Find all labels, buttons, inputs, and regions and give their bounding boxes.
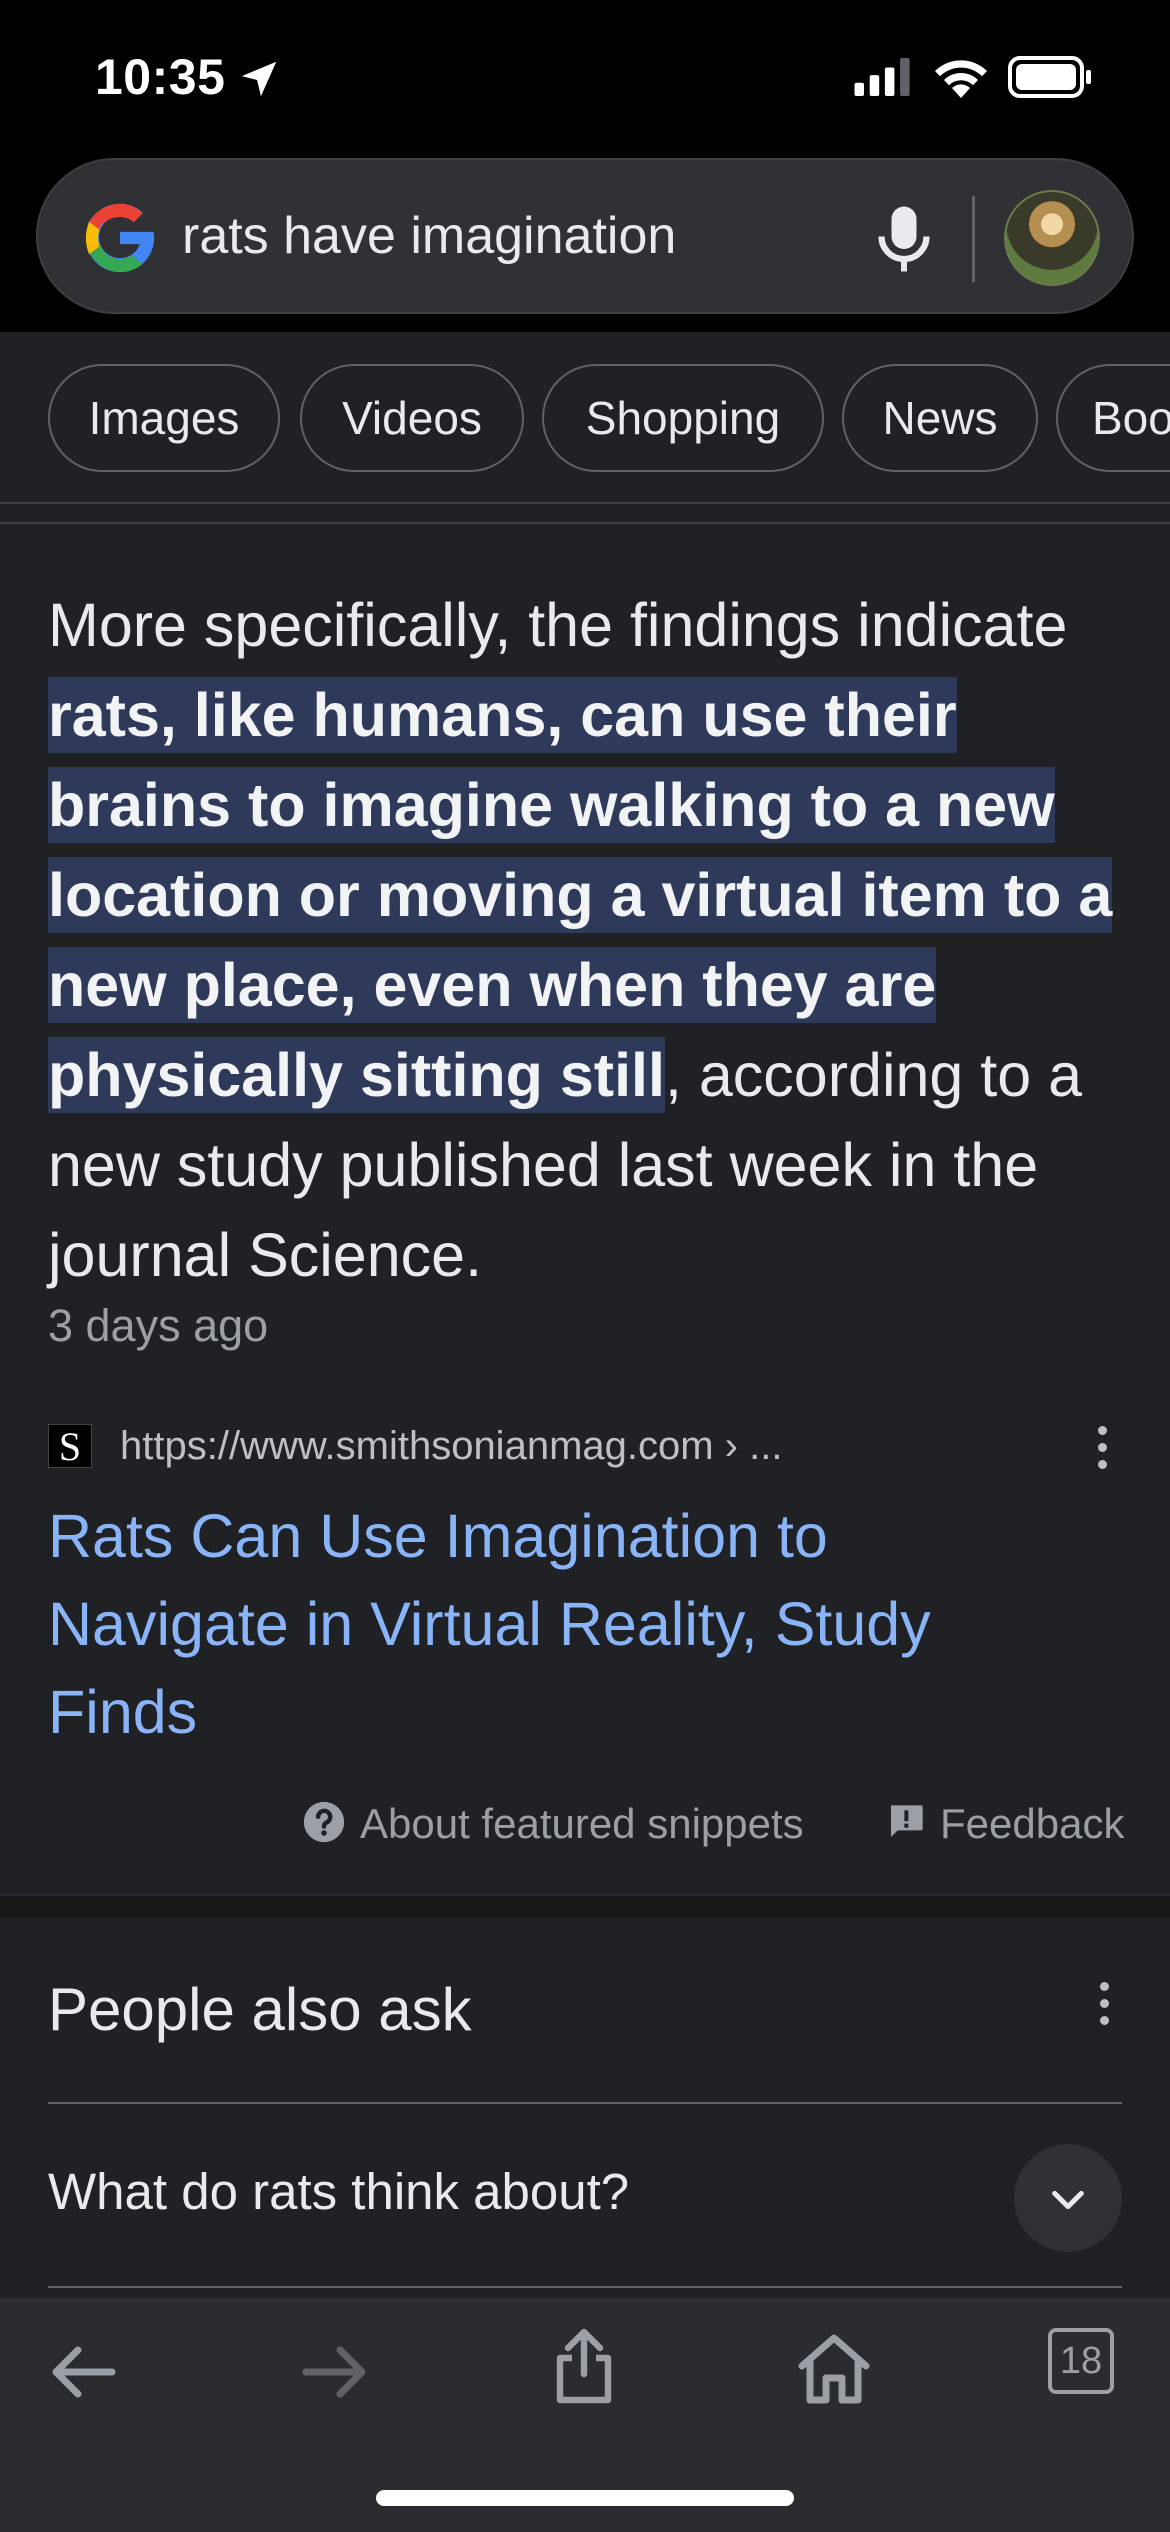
divider — [48, 2286, 1122, 2288]
search-bar-divider — [972, 196, 975, 282]
avatar[interactable] — [1004, 190, 1100, 286]
chip-images[interactable]: Images — [48, 364, 280, 472]
favicon: S — [48, 1424, 92, 1469]
page: 10:35 rats have imagination Images Video… — [0, 0, 1170, 2532]
search-filter-chips: Images Videos Shopping News Books — [0, 332, 1170, 504]
result-title-link[interactable]: Rats Can Use Imagination to Navigate in … — [48, 1492, 1068, 1756]
chip-shopping[interactable]: Shopping — [542, 364, 824, 472]
home-indicator — [376, 2490, 794, 2506]
result-url[interactable]: https://www.smithsonianmag.com › ... — [120, 1424, 782, 1469]
chip-news[interactable]: News — [842, 364, 1038, 472]
mic-icon[interactable] — [874, 204, 934, 274]
divider — [48, 2102, 1122, 2104]
chip-books[interactable]: Books — [1056, 364, 1170, 472]
header: 10:35 rats have imagination — [0, 0, 1170, 332]
more-vert-icon[interactable] — [1098, 1982, 1110, 2026]
people-also-ask-title: People also ask — [48, 1976, 472, 2043]
home-icon[interactable] — [794, 2328, 874, 2408]
feedback-label: Feedback — [940, 1800, 1125, 1847]
back-icon[interactable] — [44, 2332, 124, 2412]
forward-icon[interactable] — [294, 2332, 374, 2412]
more-vert-icon[interactable] — [1096, 1426, 1108, 1470]
chevron-down-icon — [1052, 2190, 1084, 2210]
share-icon[interactable] — [544, 2326, 624, 2406]
wifi-icon — [935, 60, 987, 98]
google-logo-icon — [85, 203, 155, 273]
result-source[interactable]: S https://www.smithsonianmag.com › ... — [48, 1420, 1128, 1476]
section-separator — [0, 1894, 1170, 1918]
signal-icon — [854, 58, 910, 96]
featured-snippet-text: More specifically, the findings indicate… — [48, 580, 1128, 1300]
snippet-text-before: More specifically, the findings indicate — [48, 591, 1068, 659]
location-arrow-icon — [241, 61, 277, 97]
snippet-date: 3 days ago — [48, 1300, 269, 1351]
search-input[interactable]: rats have imagination — [182, 206, 676, 266]
search-bar[interactable]: rats have imagination — [36, 158, 1134, 314]
feedback-icon — [891, 1805, 923, 1837]
paa-expand-button[interactable] — [1014, 2144, 1122, 2252]
paa-question[interactable]: What do rats think about? — [48, 2162, 629, 2221]
about-featured-snippets-label: About featured snippets — [360, 1800, 804, 1847]
chip-videos[interactable]: Videos — [300, 364, 524, 472]
tabs-icon[interactable]: 18 — [1048, 2328, 1114, 2394]
status-time: 10:35 — [95, 49, 226, 105]
battery-icon — [1008, 56, 1091, 98]
help-icon — [303, 1801, 345, 1843]
divider — [0, 522, 1170, 524]
